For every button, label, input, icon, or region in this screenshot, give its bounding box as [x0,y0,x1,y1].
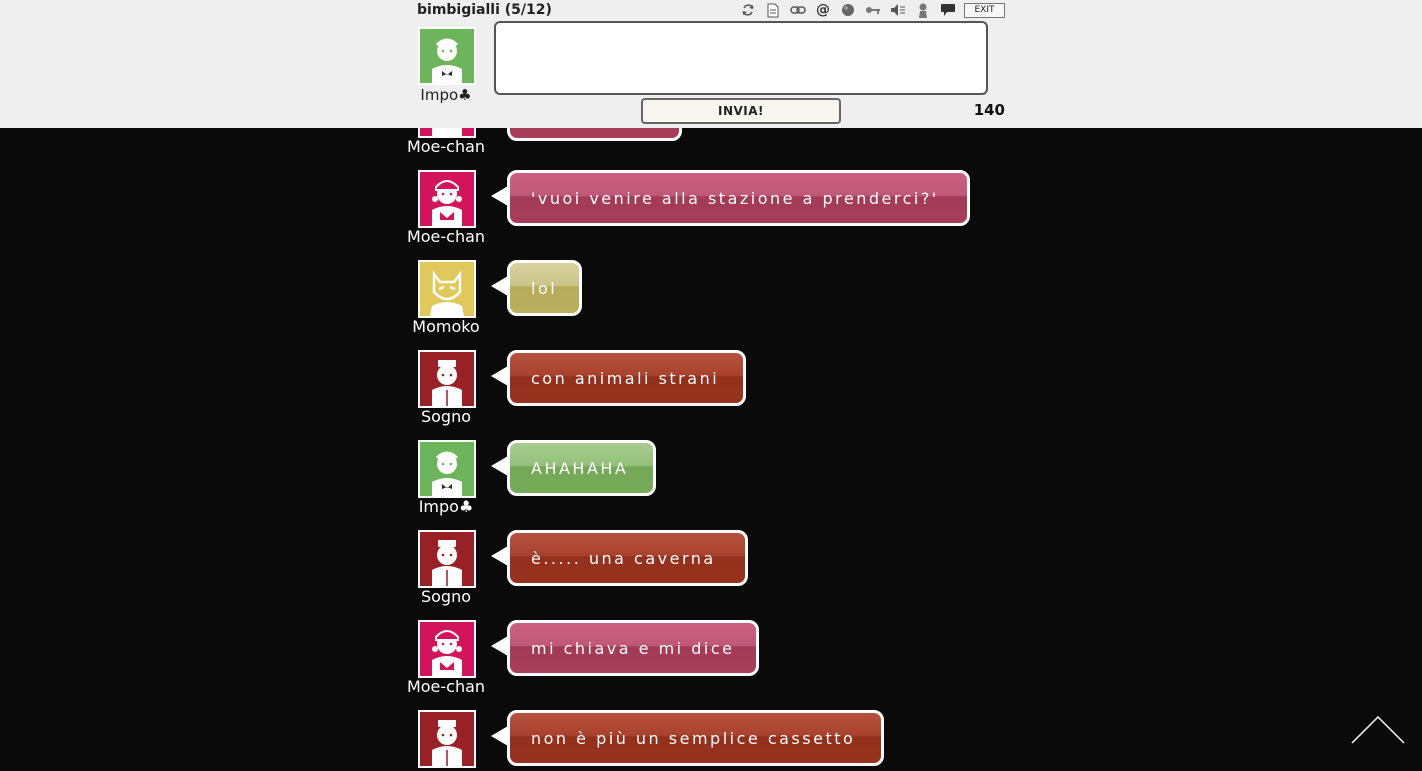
message-bubble: non è più un semplice cassetto [491,710,884,766]
butler-icon [432,451,462,496]
bubble-tail [491,726,508,746]
bubble-tail [491,186,508,206]
message-text: 'vuoi venire alla stazione a prenderci?' [531,189,939,208]
butler-icon [432,38,462,83]
key-icon[interactable] [865,2,881,18]
refresh-icon[interactable] [740,2,756,18]
scroll-to-top-button[interactable] [1350,714,1406,746]
document-icon[interactable] [765,2,781,18]
my-avatar[interactable] [418,27,476,85]
message-text: AHAHAHA [531,459,629,478]
avatar-sogno[interactable] [418,350,476,408]
message-author: Moe-chan [406,137,486,156]
avatar-moe-chan[interactable] [418,170,476,228]
at-icon[interactable]: @ [815,2,831,18]
link-icon[interactable] [790,2,806,18]
message-bubble: mi chiava e mi dice [491,620,759,676]
char-counter: 140 [973,101,1005,119]
avatar-sogno[interactable] [418,710,476,768]
avatar-sogno[interactable] [418,530,476,588]
chevron-up-icon [1351,715,1405,744]
sound-off-icon[interactable] [890,2,906,18]
message-bubble: è..... una caverna [491,530,748,586]
user-silhouette-icon[interactable] [915,2,931,18]
chef-icon [432,540,462,586]
bubble-tail [491,456,508,476]
message-input[interactable] [494,21,988,95]
chef-icon [432,360,462,406]
message-author: Moe-chan [406,227,486,246]
message-bubble: 'vuoi venire alla stazione a prenderci?' [491,170,970,226]
exit-button[interactable]: EXIT [964,2,1005,18]
composer-header: bimbigialli (5/12) @ EXIT Impo♣ INVIA! 1… [0,0,1422,128]
message-text: è..... una caverna [531,549,716,568]
send-button[interactable]: INVIA! [641,98,841,124]
my-username: Impo♣ [420,86,472,104]
message-text: con animali strani [531,369,720,388]
message-text: lol [531,279,558,298]
message-author: Moe-chan [406,677,486,696]
bubble-tail [491,546,508,566]
message-author: Sogno [420,587,472,606]
avatar-moe-chan[interactable] [418,620,476,678]
message-text: mi chiava e mi dice [531,639,735,658]
maid-icon [432,630,462,676]
message-bubble: AHAHAHA [491,440,656,496]
message-author: Momoko [412,317,480,336]
message-bubble: lol [491,260,582,316]
message-author: Impo♣ [418,497,474,516]
ball-icon[interactable] [840,2,856,18]
speech-bubble-icon[interactable] [940,2,956,18]
bubble-tail [491,366,508,386]
cat-mask-icon [430,270,464,316]
message-text: non è più un semplice cassetto [531,729,856,748]
avatar-momoko[interactable] [418,260,476,318]
chef-icon [432,720,462,766]
message-bubble: con animali strani [491,350,746,406]
toolbar: @ EXIT [740,1,1005,19]
maid-icon [432,180,462,226]
room-title: bimbigialli (5/12) [417,2,552,18]
bubble-tail [491,636,508,656]
avatar-impo[interactable] [418,440,476,498]
bubble-tail [491,276,508,296]
message-author: Sogno [420,407,472,426]
